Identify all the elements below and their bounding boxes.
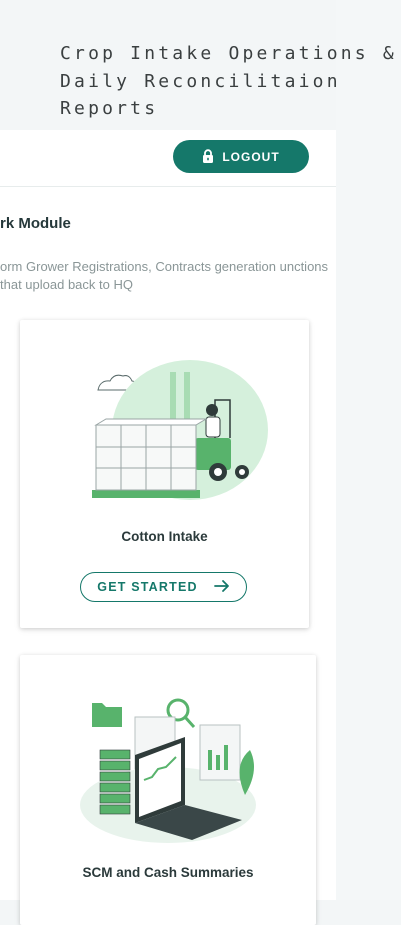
forklift-illustration bbox=[20, 320, 309, 520]
get-started-label: GET STARTED bbox=[97, 580, 198, 594]
cotton-intake-card[interactable]: Cotton Intake GET STARTED bbox=[20, 320, 309, 628]
lock-icon bbox=[202, 149, 214, 164]
scm-cash-summaries-card[interactable]: SCM and Cash Summaries bbox=[20, 655, 316, 925]
main-panel: LOGOUT rk Module orm Grower Registration… bbox=[0, 130, 336, 925]
logout-button[interactable]: LOGOUT bbox=[173, 140, 309, 173]
module-description: orm Grower Registrations, Contracts gene… bbox=[0, 259, 329, 292]
card-title: Cotton Intake bbox=[121, 529, 208, 544]
page-title: Crop Intake Operations & Daily Reconcili… bbox=[60, 43, 397, 119]
module-title: rk Module bbox=[0, 215, 71, 232]
arrow-right-icon bbox=[213, 579, 230, 596]
right-gutter bbox=[336, 0, 401, 900]
card-title: SCM and Cash Summaries bbox=[82, 865, 254, 880]
top-toolbar: LOGOUT bbox=[0, 130, 336, 187]
analytics-laptop-illustration bbox=[20, 655, 316, 855]
logout-label: LOGOUT bbox=[222, 149, 280, 164]
get-started-button[interactable]: GET STARTED bbox=[80, 572, 247, 602]
